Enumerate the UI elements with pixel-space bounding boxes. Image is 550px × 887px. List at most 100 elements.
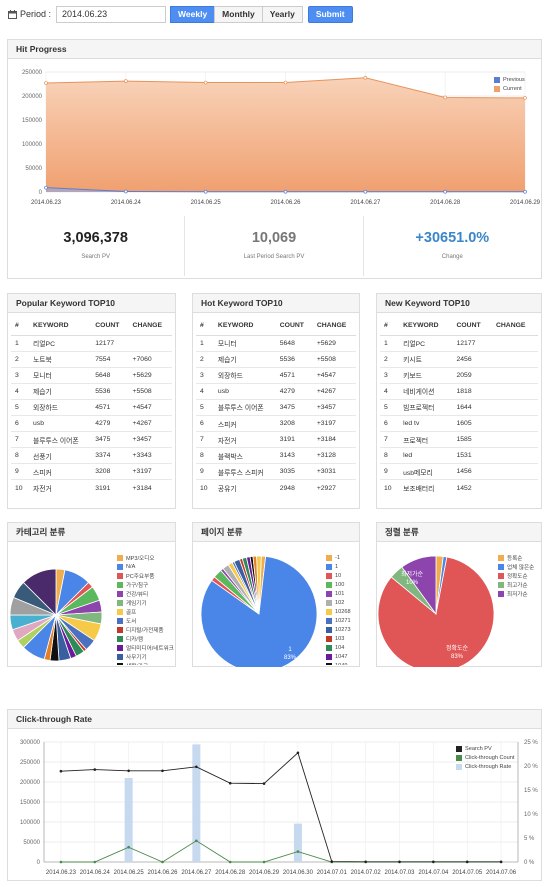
table-cell: 2059 bbox=[452, 366, 492, 384]
y2-tick-label: 20 % bbox=[524, 764, 538, 770]
table-row: 2 제습기 5536 +5508 bbox=[196, 350, 356, 368]
column-header: COUNT bbox=[275, 317, 313, 336]
legend-item: 멀티미디어/네트워크 bbox=[117, 643, 174, 652]
period-toolbar: Period : 2014.06.23 Weekly Monthly Yearl… bbox=[8, 5, 353, 23]
legend-item: 102 bbox=[326, 598, 351, 607]
table-cell: 2 bbox=[380, 350, 400, 368]
legend-item: 10 bbox=[326, 571, 351, 580]
x-tick-label: 2014.06.26 bbox=[270, 200, 301, 206]
current-point bbox=[123, 79, 128, 83]
legend-label: 가구/침구 bbox=[126, 582, 149, 589]
period-date-input[interactable]: 2014.06.23 bbox=[56, 5, 167, 23]
table-cell: 6 bbox=[196, 414, 214, 432]
legend-label: 등록순 bbox=[507, 555, 523, 562]
page-pie-legend: -1 1 10 100 101 102 10268 10271 10273 103 104 1047 1… bbox=[326, 553, 351, 665]
current-point bbox=[523, 96, 527, 100]
weekly-button[interactable]: Weekly bbox=[170, 5, 216, 23]
table-cell bbox=[491, 350, 538, 368]
table-cell: +3343 bbox=[128, 447, 172, 464]
table-cell: 4279 bbox=[91, 414, 129, 432]
y-tick-label: 200000 bbox=[20, 780, 41, 786]
stat-value: 3,096,378 bbox=[63, 230, 128, 246]
table-cell: 키시트 bbox=[399, 350, 453, 368]
legend-label: PC주요부품 bbox=[126, 573, 155, 580]
x-tick-label: 2014.06.23 bbox=[31, 200, 62, 206]
pv-point bbox=[296, 751, 300, 755]
column-header: COUNT bbox=[452, 317, 492, 336]
legend-swatch bbox=[117, 590, 123, 597]
legend-swatch bbox=[117, 572, 123, 579]
legend-swatch bbox=[117, 554, 123, 561]
legend-item: 사무기기 bbox=[117, 652, 174, 661]
table-cell: 2456 bbox=[452, 350, 492, 368]
table-row: 9 usb메모리 1456 bbox=[380, 463, 538, 480]
legend-label: 사무기기 bbox=[126, 654, 147, 661]
table-cell: +5508 bbox=[312, 350, 356, 368]
table-cell: 4571 bbox=[91, 398, 129, 416]
table-cell: 리얼PC bbox=[29, 334, 92, 352]
column-header: KEYWORD bbox=[213, 317, 276, 336]
x-tick-label: 2014.06.28 bbox=[430, 200, 461, 206]
legend-swatch bbox=[117, 599, 123, 606]
count-point bbox=[262, 860, 266, 864]
hot-keyword-panel: Hot Keyword TOP10 # KEYWORD COUNT CHANGE 1 모니… bbox=[192, 293, 360, 509]
table-row: 6 led tv 1605 bbox=[380, 414, 538, 432]
current-point bbox=[283, 80, 288, 85]
table-cell: +3184 bbox=[128, 479, 172, 496]
submit-button[interactable]: Submit bbox=[307, 5, 353, 23]
table-cell bbox=[491, 366, 538, 384]
table-cell: 3 bbox=[11, 366, 30, 384]
legend-label: 10268 bbox=[335, 608, 351, 615]
monthly-button[interactable]: Monthly bbox=[214, 5, 263, 23]
legend-swatch bbox=[498, 572, 504, 579]
table-row: 3 키보드 2059 bbox=[380, 366, 538, 384]
legend-swatch bbox=[117, 617, 123, 624]
legend-swatch bbox=[456, 763, 462, 770]
table-cell: 모니터 bbox=[213, 334, 276, 352]
popular-keyword-table: # KEYWORD COUNT CHANGE 1 리얼PC 12177 2 노트북 7554 +70… bbox=[11, 317, 172, 496]
y-tick-label: 50000 bbox=[25, 166, 42, 172]
y2-tick-label: 5 % bbox=[524, 836, 535, 842]
legend-label: 10273 bbox=[335, 626, 351, 633]
table-row: 4 네비게이션 1818 bbox=[380, 382, 538, 400]
previous-point bbox=[44, 185, 48, 190]
table-cell bbox=[491, 431, 538, 448]
x-tick-label: 2014.06.27 bbox=[350, 200, 381, 206]
legend-item: 103 bbox=[326, 634, 351, 643]
x-tick-label: 2014.06.29 bbox=[249, 870, 280, 876]
table-row: 4 제습기 5536 +5508 bbox=[11, 382, 172, 400]
legend-swatch bbox=[117, 635, 123, 642]
table-row: 8 led 1531 bbox=[380, 447, 538, 464]
legend-item: 최저가순 bbox=[498, 589, 534, 598]
legend-label: 100 bbox=[335, 581, 345, 588]
y-tick-label: 50000 bbox=[23, 840, 40, 846]
table-cell bbox=[491, 414, 538, 432]
yearly-button[interactable]: Yearly bbox=[261, 5, 303, 23]
table-cell: +3457 bbox=[312, 398, 356, 416]
table-cell: 2 bbox=[11, 350, 30, 368]
table-cell: 자전거 bbox=[29, 479, 92, 496]
legend-label: 1047 bbox=[335, 653, 348, 660]
legend-swatch bbox=[326, 608, 332, 615]
hit-progress-chart: 0 50000 100000 150000 200000 250000 2014.06.23… bbox=[22, 70, 541, 206]
pv-point bbox=[127, 769, 130, 773]
table-row: 7 프로젝터 1585 bbox=[380, 431, 538, 448]
table-cell: 3208 bbox=[91, 463, 129, 480]
pv-point bbox=[262, 782, 266, 785]
legend-label: 멀티미디어/네트워크 bbox=[126, 645, 174, 652]
table-cell: 5 bbox=[11, 398, 30, 416]
table-cell: usb메모리 bbox=[399, 463, 453, 480]
category-pie-legend: MP3/오디오 N/A PC주요부품 가구/침구 건강/뷰티 게임기기 골프 도서 디지털/가전… bbox=[117, 553, 174, 665]
legend-swatch bbox=[456, 754, 462, 761]
legend-item: 1047 bbox=[326, 652, 351, 661]
previous-point bbox=[123, 189, 128, 194]
previous-point bbox=[443, 189, 448, 194]
table-row: 9 블루투스 스피커 3035 +3031 bbox=[196, 463, 356, 480]
legend-swatch bbox=[326, 617, 332, 624]
legend-label: 디지털/가전제품 bbox=[126, 627, 164, 634]
table-cell: +3031 bbox=[312, 463, 356, 480]
stat-search-pv: 3,096,378 Search PV bbox=[7, 216, 186, 276]
table-cell: 1 bbox=[380, 334, 400, 352]
table-row: 1 리얼PC 12177 bbox=[380, 334, 538, 352]
table-cell: 네비게이션 bbox=[399, 382, 453, 400]
